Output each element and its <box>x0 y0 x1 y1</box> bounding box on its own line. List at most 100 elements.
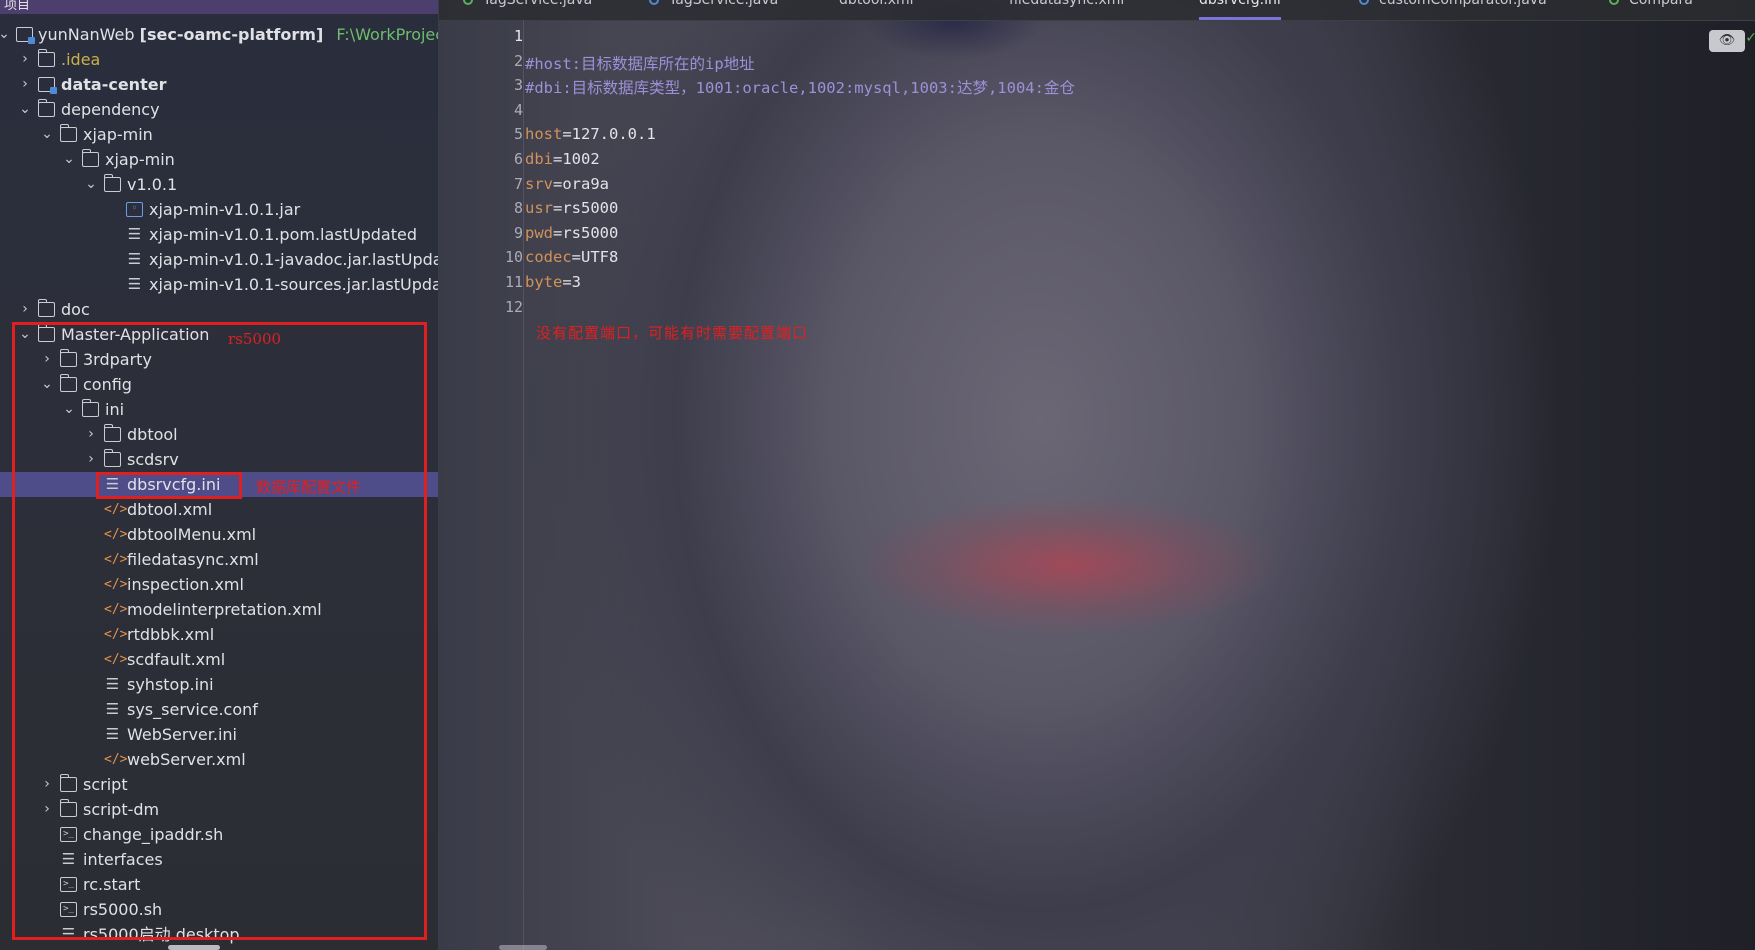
config-value: =ora9a <box>553 174 609 193</box>
editor-tab-label: dbtool.xml <box>839 0 914 8</box>
editor-tab-label: TagService.java <box>669 0 779 8</box>
code-line[interactable]: srv=ora9a <box>525 175 609 193</box>
chevron-down-icon[interactable]: ⌄ <box>84 172 98 197</box>
config-value: =rs5000 <box>553 199 619 218</box>
editor-tab-label: TagService.java <box>483 0 593 8</box>
tree-item[interactable]: ☰ xjap-min-v1.0.1-sources.jar.lastUpdated <box>0 272 438 297</box>
tree-item[interactable]: ◦ xjap-min-v1.0.1.jar <box>0 197 438 222</box>
config-value: =127.0.0.1 <box>562 125 656 144</box>
folder-icon <box>59 124 77 142</box>
tree-item[interactable]: ⌄ xjap-min <box>0 147 438 172</box>
config-value: =3 <box>562 273 581 291</box>
editor-tab[interactable]: TagService.java <box>649 0 778 20</box>
annotation-rs5000: rs5000 <box>228 330 282 348</box>
file-type-icon <box>1609 0 1619 5</box>
folder-icon <box>81 149 99 167</box>
module-folder-icon <box>38 77 57 94</box>
project-name: yunNanWeb <box>38 25 135 44</box>
tree-item[interactable]: ☰ xjap-min-v1.0.1-javadoc.jar.lastUpdated <box>0 247 438 272</box>
project-panel-title: 项目 <box>4 0 31 13</box>
tree-item[interactable]: ⌄ xjap-min <box>0 122 438 147</box>
file-type-icon <box>463 0 473 5</box>
jar-file-icon: ◦ <box>126 202 143 217</box>
code-line[interactable]: #host:目标数据库所在的ip地址 <box>525 52 755 74</box>
file-type-icon <box>649 0 659 5</box>
editor-tab[interactable]: Compara <box>1609 0 1693 20</box>
text-file-icon: ☰ <box>127 225 142 243</box>
annotation-no-port: 没有配置端口，可能有时需要配置端口 <box>536 324 809 342</box>
tree-item[interactable]: ☰ xjap-min-v1.0.1.pom.lastUpdated <box>0 222 438 247</box>
editor-horizontal-scrollbar[interactable] <box>499 945 547 950</box>
line-number: 8 <box>513 199 523 218</box>
folder-icon <box>103 174 121 192</box>
code-line[interactable]: dbi=1002 <box>525 150 600 168</box>
tree-item-label: xjap-min-v1.0.1-sources.jar.lastUpdated <box>149 275 438 294</box>
file-type-icon <box>1359 0 1369 5</box>
tree-item-label: data-center <box>61 75 167 94</box>
project-path: F:\WorkProject\yu <box>336 25 438 44</box>
code-line[interactable]: pwd=rs5000 <box>525 224 618 242</box>
editor-panel[interactable]: TagService.java TagService.java dbtool.xml… <box>439 0 1755 950</box>
tree-item-label: xjap-min <box>83 125 153 144</box>
tree-item[interactable]: › .idea <box>0 47 438 72</box>
project-module-name: [sec-oamc-platform] <box>139 25 324 44</box>
project-panel-header: 项目 <box>0 0 438 14</box>
config-value: =UTF8 <box>571 248 619 267</box>
config-key: host <box>525 125 563 144</box>
editor-tab[interactable]: dbsrvcfg.ini <box>1199 0 1281 20</box>
config-value: =1002 <box>553 150 600 168</box>
chevron-down-icon[interactable]: ⌄ <box>18 97 32 122</box>
config-key: usr <box>525 199 553 218</box>
line-number: 7 <box>513 174 523 193</box>
chevron-down-icon[interactable]: ⌄ <box>40 122 54 147</box>
editor-tab[interactable]: filedatasync.xml <box>1009 0 1124 20</box>
config-key: byte <box>525 273 563 291</box>
code-line[interactable]: #dbi:目标数据库类型，1001:oracle,1002:mysql,1003… <box>525 76 1075 98</box>
tree-item-label: xjap-min <box>105 150 175 169</box>
inspection-ok-icon[interactable]: ✓ <box>1745 30 1755 46</box>
project-tree-panel: 项目 ⌄ yunNanWeb [sec-oamc-platform] F:\Wo… <box>0 0 439 950</box>
editor-tab-label: customComparator.java <box>1379 0 1547 8</box>
line-number: 3 <box>513 76 523 95</box>
code-line[interactable]: codec=UTF8 <box>525 248 618 266</box>
editor-tab-label: dbsrvcfg.ini <box>1199 0 1281 8</box>
code-line[interactable]: byte=3 <box>525 273 581 291</box>
chevron-down-icon[interactable]: ⌄ <box>62 147 76 172</box>
tree-item[interactable]: ⌄ v1.0.1 <box>0 172 438 197</box>
reader-mode-eye-icon[interactable]: 👁 <box>1709 30 1745 52</box>
line-number: 1 <box>513 27 523 45</box>
text-file-icon: ☰ <box>127 250 142 268</box>
tree-item-label: xjap-min-v1.0.1.jar <box>149 200 301 219</box>
code-comment: #dbi:目标数据库类型，1001:oracle,1002:mysql,1003… <box>525 79 1075 98</box>
line-number: 11 <box>504 273 523 291</box>
line-number: 9 <box>513 223 523 242</box>
line-number: 12 <box>504 297 523 316</box>
chevron-down-icon[interactable]: ⌄ <box>0 22 11 47</box>
editor-tab-label: Compara <box>1629 0 1693 8</box>
editor-tab[interactable]: TagService.java <box>463 0 592 20</box>
chevron-right-icon[interactable]: › <box>18 297 32 322</box>
tree-item-label: .idea <box>61 50 101 69</box>
folder-icon <box>37 49 55 67</box>
tree-item-label: xjap-min-v1.0.1-javadoc.jar.lastUpdated <box>149 250 438 269</box>
line-number: 6 <box>513 150 523 168</box>
chevron-right-icon[interactable]: › <box>18 72 32 97</box>
folder-icon <box>37 299 55 317</box>
editor-tab-label: filedatasync.xml <box>1009 0 1125 8</box>
editor-tab[interactable]: customComparator.java <box>1359 0 1547 20</box>
project-module-icon <box>16 27 35 44</box>
tree-item[interactable]: › data-center <box>0 72 438 97</box>
config-key: dbi <box>525 150 553 168</box>
tree-item[interactable]: ⌄ dependency <box>0 97 438 122</box>
tree-item[interactable]: › doc <box>0 297 438 322</box>
tree-item-label: xjap-min-v1.0.1.pom.lastUpdated <box>149 225 418 244</box>
gutter-divider <box>523 20 524 950</box>
tree-item-project-root[interactable]: ⌄ yunNanWeb [sec-oamc-platform] F:\WorkP… <box>0 22 438 47</box>
chevron-right-icon[interactable]: › <box>18 47 32 72</box>
line-number: 10 <box>504 248 523 267</box>
editor-tab[interactable]: dbtool.xml <box>839 0 914 20</box>
code-line[interactable]: host=127.0.0.1 <box>525 125 656 143</box>
editor-tab-bar: TagService.java TagService.java dbtool.xml… <box>439 0 1755 21</box>
code-line[interactable]: usr=rs5000 <box>525 199 618 217</box>
tree-horizontal-scrollbar[interactable] <box>168 945 220 950</box>
